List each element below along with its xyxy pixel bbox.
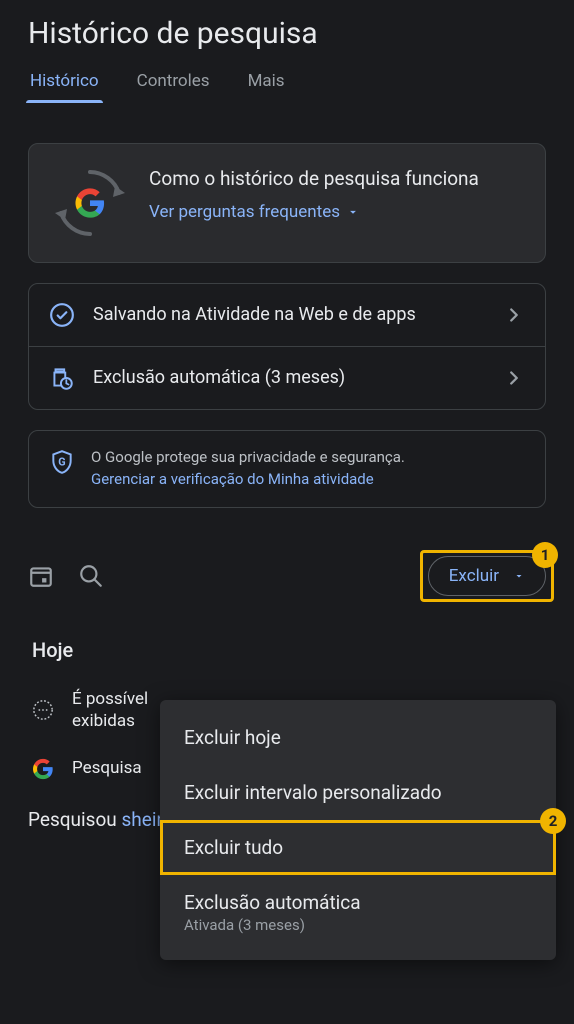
auto-delete-icon	[49, 365, 75, 391]
delete-dropdown: Excluir hoje Excluir intervalo personali…	[160, 700, 556, 960]
faq-link[interactable]: Ver perguntas frequentes	[149, 202, 360, 222]
dropdown-item-all[interactable]: 2 Excluir tudo	[160, 820, 556, 875]
delete-button[interactable]: Excluir	[428, 556, 546, 596]
tab-controles[interactable]: Controles	[137, 71, 210, 103]
annotation-badge-2: 2	[540, 808, 566, 834]
privacy-link[interactable]: Gerenciar a verificação do Minha ativida…	[91, 470, 374, 488]
shield-icon: G	[49, 449, 75, 475]
annotation-badge-1: 1	[532, 542, 558, 568]
info-icon	[32, 699, 54, 721]
settings-label: Exclusão automática (3 meses)	[93, 366, 485, 390]
chevron-right-icon	[503, 367, 525, 389]
settings-row-activity[interactable]: Salvando na Atividade na Web e de apps	[29, 284, 545, 346]
settings-label: Salvando na Atividade na Web e de apps	[93, 303, 485, 327]
dropdown-item-today[interactable]: Excluir hoje	[160, 710, 556, 765]
faq-card: Como o histórico de pesquisa funciona Ve…	[28, 143, 546, 263]
page-title: Histórico de pesquisa	[28, 16, 546, 51]
settings-row-autodelete[interactable]: Exclusão automática (3 meses)	[29, 346, 545, 409]
section-header-hoje: Hoje	[0, 618, 574, 676]
chevron-right-icon	[503, 304, 525, 326]
tab-mais[interactable]: Mais	[248, 71, 285, 103]
tabs: Histórico Controles Mais	[28, 71, 546, 103]
dropdown-sub: Ativada (3 meses)	[184, 916, 532, 934]
dropdown-item-custom[interactable]: Excluir intervalo personalizado	[160, 765, 556, 820]
faq-title: Como o histórico de pesquisa funciona	[149, 166, 521, 192]
toolbar: 1 Excluir	[0, 528, 574, 618]
caret-down-icon	[346, 205, 360, 219]
activity-text: Pesquisa	[72, 757, 142, 780]
calendar-icon[interactable]	[28, 563, 54, 589]
caret-down-icon	[513, 570, 525, 582]
privacy-card: G O Google protege sua privacidade e seg…	[28, 430, 546, 508]
google-g-icon	[32, 758, 54, 780]
dropdown-item-auto[interactable]: Exclusão automática Ativada (3 meses)	[160, 875, 556, 950]
settings-card: Salvando na Atividade na Web e de apps E…	[28, 283, 546, 410]
tab-historico[interactable]: Histórico	[30, 71, 99, 103]
activity-text: É possívelexibidas	[72, 688, 148, 734]
svg-text:G: G	[58, 455, 65, 468]
refresh-g-icon	[53, 166, 127, 240]
search-icon[interactable]	[78, 563, 104, 589]
check-circle-icon	[49, 302, 75, 328]
privacy-text: O Google protege sua privacidade e segur…	[91, 448, 405, 466]
